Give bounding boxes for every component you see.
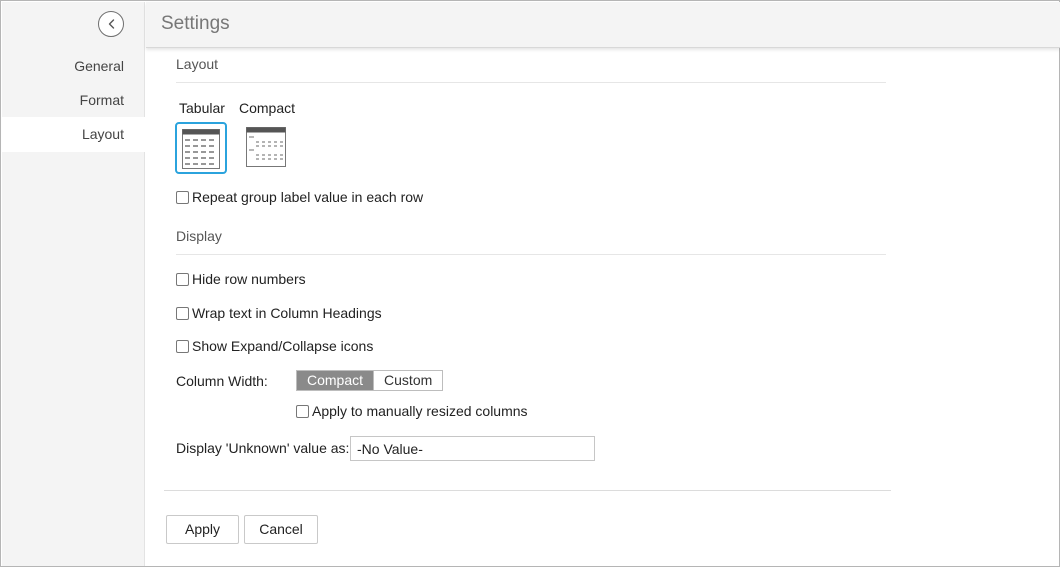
compact-layout-icon (246, 127, 286, 167)
show-expand-collapse-label: Show Expand/Collapse icons (192, 338, 374, 354)
wrap-text-label: Wrap text in Column Headings (192, 305, 382, 321)
hide-row-numbers-label: Hide row numbers (192, 271, 306, 287)
sidebar-item-general[interactable]: General (2, 49, 145, 84)
page-title: Settings (161, 13, 230, 34)
divider (176, 254, 886, 255)
layout-section-heading: Layout (176, 56, 219, 72)
chevron-left-icon (108, 19, 115, 29)
tabular-option-label: Tabular (179, 100, 225, 116)
wrap-text-checkbox[interactable]: Wrap text in Column Headings (176, 305, 382, 321)
checkbox-box[interactable] (176, 306, 189, 320)
show-expand-collapse-checkbox[interactable]: Show Expand/Collapse icons (176, 338, 373, 354)
sidebar: General Format Layout (2, 2, 145, 566)
compact-option-label: Compact (239, 100, 296, 116)
tabular-layout-icon (182, 129, 220, 169)
cancel-button[interactable]: Cancel (244, 515, 318, 544)
back-button[interactable] (98, 11, 124, 37)
column-width-label: Column Width: (176, 373, 268, 389)
hide-row-numbers-checkbox[interactable]: Hide row numbers (176, 271, 306, 287)
apply-resized-columns-label: Apply to manually resized columns (312, 403, 528, 419)
column-width-toggle: Compact Custom (296, 370, 444, 391)
repeat-group-label-checkbox[interactable]: Repeat group label value in each row (176, 189, 423, 205)
apply-resized-columns-checkbox[interactable]: Apply to manually resized columns (296, 403, 528, 419)
display-section-heading: Display (176, 228, 222, 244)
checkbox-box[interactable] (176, 272, 189, 286)
checkbox-box[interactable] (176, 339, 189, 353)
sidebar-item-layout[interactable]: Layout (2, 117, 145, 152)
tabular-layout-option[interactable] (175, 122, 227, 174)
unknown-value-label: Display 'Unknown' value as: (176, 440, 350, 456)
compact-layout-option[interactable] (242, 122, 294, 174)
column-width-custom-button[interactable]: Custom (373, 371, 443, 390)
repeat-group-label-text: Repeat group label value in each row (192, 189, 424, 205)
footer-divider (164, 490, 891, 491)
column-width-compact-button[interactable]: Compact (297, 371, 374, 390)
unknown-value-input[interactable] (350, 436, 595, 461)
header-bar: Settings (146, 2, 1060, 48)
settings-window: General Format Layout Settings Layout Ta… (0, 0, 1060, 567)
divider (176, 82, 886, 83)
apply-button[interactable]: Apply (166, 515, 239, 544)
checkbox-box[interactable] (296, 404, 309, 418)
checkbox-box[interactable] (176, 190, 189, 204)
sidebar-item-format[interactable]: Format (2, 83, 145, 118)
